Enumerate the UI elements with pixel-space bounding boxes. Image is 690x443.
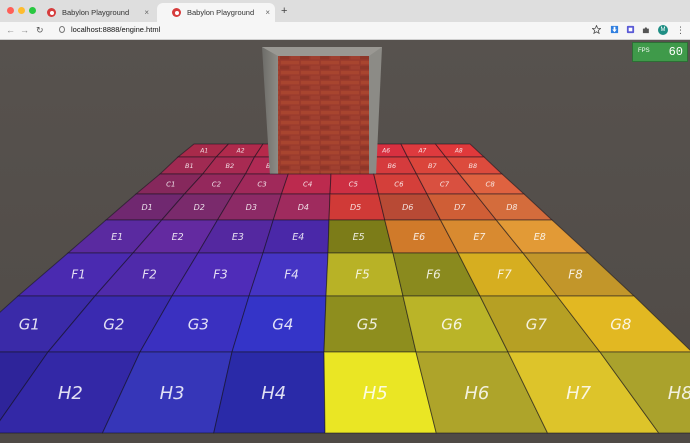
square-label-f2: F2 [142, 268, 157, 282]
babylon-favicon-icon [47, 8, 56, 17]
back-button[interactable]: ← [6, 23, 15, 37]
devtools-icon[interactable] [626, 25, 635, 34]
square-label-h6: H6 [464, 383, 489, 404]
pillar-brick-face [278, 56, 369, 176]
extensions-puzzle-icon[interactable] [642, 25, 651, 34]
square-label-f6: F6 [426, 268, 441, 282]
square-label-b8: B8 [468, 162, 477, 170]
square-label-a1: A1 [199, 148, 208, 155]
square-label-d5: D5 [350, 203, 361, 212]
square-label-f7: F7 [497, 268, 512, 282]
square-label-c3: C3 [257, 180, 266, 188]
render-canvas[interactable]: A1A2A3A4A5A6A7A8B1B2B3B4B5B6B7B8 C1C2C3C… [0, 40, 690, 443]
square-label-d6: D6 [402, 203, 413, 212]
square-label-c4: C4 [303, 180, 312, 188]
new-tab-button[interactable]: + [281, 3, 287, 19]
brick-pillar [262, 47, 382, 176]
square-label-b1: B1 [185, 162, 194, 170]
square-label-g6: G6 [441, 315, 462, 333]
tab-close-icon[interactable]: × [144, 3, 149, 22]
square-label-e5: E5 [353, 232, 365, 243]
pillar-top-face [262, 47, 382, 56]
square-label-c7: C7 [440, 180, 450, 188]
square-label-a2: A2 [236, 148, 245, 155]
fps-value: 60 [668, 45, 683, 59]
square-label-b6: B6 [387, 162, 396, 170]
square-label-f4: F4 [284, 268, 299, 282]
square-label-g3: G3 [188, 315, 209, 333]
square-label-g7: G7 [526, 315, 548, 333]
toolbar: ← → ↻ localhost:8888/engine.html M ⋮ [0, 22, 690, 40]
square-label-h2: H2 [58, 383, 83, 404]
tab-strip: Babylon Playground × Babylon Playground … [0, 0, 690, 22]
square-label-d2: D2 [194, 203, 205, 212]
babylon-favicon-icon [172, 8, 181, 17]
forward-button[interactable]: → [20, 23, 29, 37]
square-label-d4: D4 [298, 203, 309, 212]
square-label-c5: C5 [349, 180, 359, 188]
square-label-e2: E2 [172, 232, 184, 243]
square-label-d8: D8 [506, 203, 517, 212]
square-label-h7: H7 [566, 383, 592, 404]
fps-meter: FPS 60 [632, 42, 688, 62]
square-label-d7: D7 [454, 203, 466, 212]
address-bar[interactable]: localhost:8888/engine.html [51, 23, 606, 37]
square-label-g2: G2 [103, 315, 124, 333]
square-label-c8: C8 [486, 180, 496, 188]
square-label-c1: C1 [166, 180, 175, 188]
square-label-e7: E7 [473, 232, 485, 243]
square-label-h8: H8 [668, 383, 690, 404]
download-icon[interactable] [610, 25, 619, 34]
minimize-window-button[interactable] [18, 7, 25, 14]
square-label-b2: B2 [225, 162, 234, 170]
square-label-a7: A7 [417, 148, 426, 155]
square-label-h5: H5 [363, 383, 388, 404]
tab-babylon-2[interactable]: Babylon Playground × [157, 3, 275, 22]
square-label-e1: E1 [111, 232, 123, 243]
square-label-f5: F5 [355, 268, 370, 282]
square-label-d1: D1 [141, 203, 152, 212]
square-label-e8: E8 [534, 232, 546, 243]
square-label-g8: G8 [610, 315, 631, 333]
square-label-f3: F3 [213, 268, 228, 282]
square-label-e6: E6 [413, 232, 425, 243]
tab-close-icon[interactable]: × [265, 3, 270, 22]
square-label-f1: F1 [71, 268, 86, 282]
browser-menu-icon[interactable]: ⋮ [676, 24, 685, 36]
square-label-f8: F8 [568, 268, 583, 282]
square-label-a8: A8 [454, 148, 463, 155]
tab-title: Babylon Playground [187, 8, 255, 17]
square-label-h3: H3 [160, 383, 185, 404]
square-label-c2: C2 [212, 180, 222, 188]
square-label-h4: H4 [261, 383, 286, 404]
square-label-c6: C6 [394, 180, 404, 188]
square-label-d3: D3 [246, 203, 257, 212]
square-label-e3: E3 [232, 232, 244, 243]
square-label-g1: G1 [19, 315, 40, 333]
url-text: localhost:8888/engine.html [71, 25, 161, 34]
square-label-g5: G5 [357, 315, 378, 333]
reload-button[interactable]: ↻ [36, 23, 44, 37]
tab-babylon-1[interactable]: Babylon Playground × [32, 3, 154, 22]
square-label-g4: G4 [272, 315, 293, 333]
info-icon[interactable] [59, 26, 65, 33]
square-label-a6: A6 [381, 148, 390, 155]
square-label-e4: E4 [292, 232, 304, 243]
square-label-b7: B7 [428, 162, 437, 170]
profile-avatar[interactable]: M [658, 25, 668, 35]
close-window-button[interactable] [7, 7, 14, 14]
tab-title: Babylon Playground [62, 8, 130, 17]
fps-label: FPS [638, 48, 650, 54]
bookmark-star-icon[interactable] [592, 25, 601, 34]
